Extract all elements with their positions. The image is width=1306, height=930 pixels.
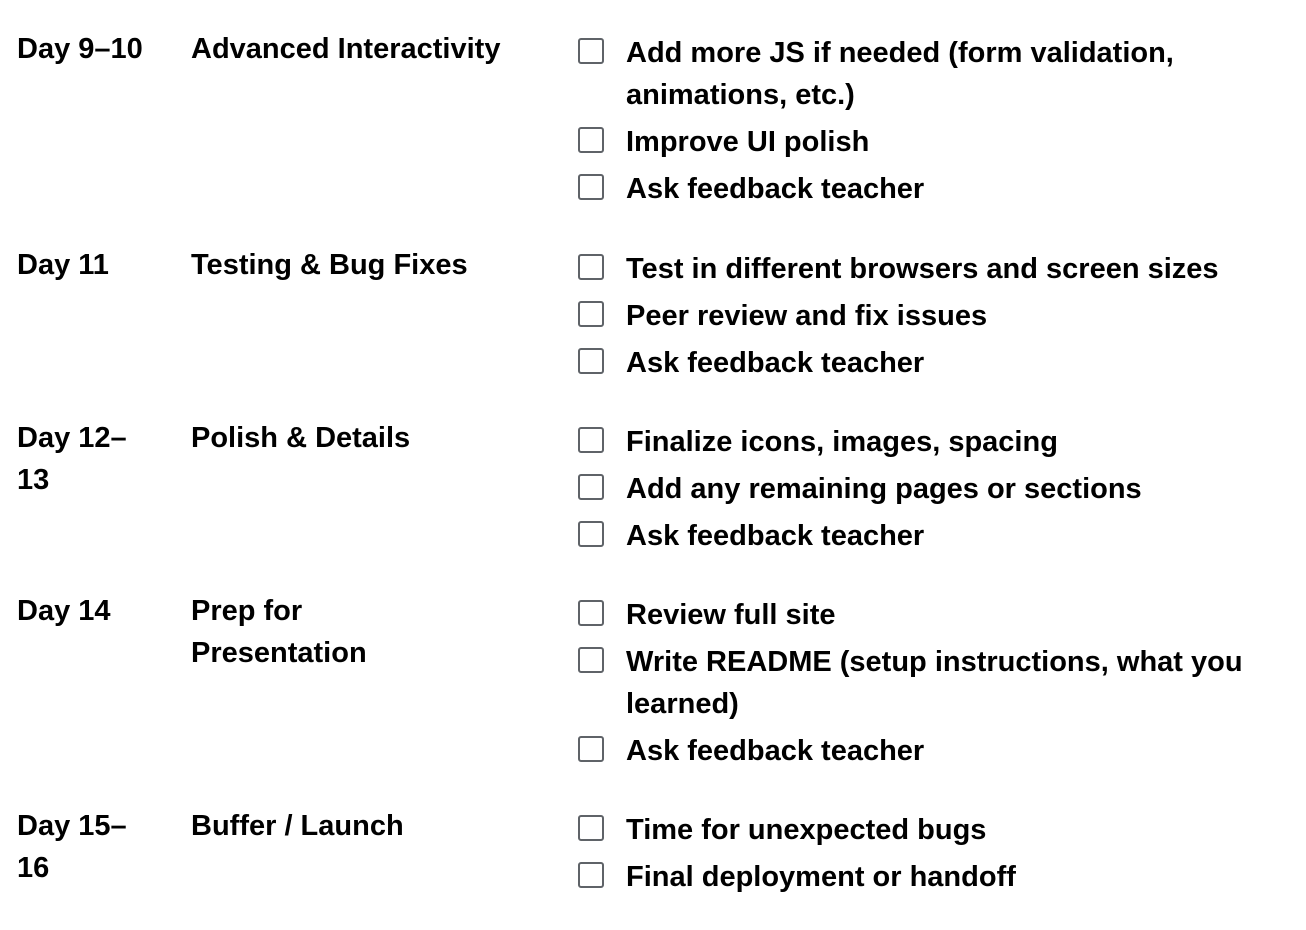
phase-label: Testing & Bug Fixes <box>191 249 468 281</box>
checkbox-icon[interactable] <box>578 174 604 200</box>
task-item: Finalize icons, images, spacing <box>578 421 1298 463</box>
task-item: Final deployment or handoff <box>578 856 1298 898</box>
task-label: Final deployment or handoff <box>626 861 1016 893</box>
task-list: Test in different browsers and screen si… <box>578 248 1298 389</box>
checkbox-icon[interactable] <box>578 301 604 327</box>
phase-label: Polish & Details <box>191 422 411 454</box>
task-label: Write README (setup instructions, what y… <box>626 646 1243 720</box>
task-label: Ask feedback teacher <box>626 173 925 205</box>
task-list: Time for unexpected bugs Final deploymen… <box>578 809 1298 903</box>
checkbox-icon[interactable] <box>578 254 604 280</box>
checkbox-icon[interactable] <box>578 348 604 374</box>
task-item: Ask feedback teacher <box>578 730 1298 772</box>
checkbox-icon[interactable] <box>578 521 604 547</box>
task-label: Add more JS if needed (form validation, … <box>626 37 1174 111</box>
task-item: Add any remaining pages or sections <box>578 468 1298 510</box>
phase-label: Prep for Presentation <box>191 595 367 669</box>
task-item: Improve UI polish <box>578 121 1298 163</box>
task-label: Ask feedback teacher <box>626 735 925 767</box>
checkbox-icon[interactable] <box>578 862 604 888</box>
task-item: Ask feedback teacher <box>578 168 1298 210</box>
task-item: Write README (setup instructions, what y… <box>578 641 1298 725</box>
task-label: Improve UI polish <box>626 126 870 158</box>
task-item: Add more JS if needed (form validation, … <box>578 32 1298 116</box>
day-label: Day 11 <box>17 249 109 281</box>
task-list: Finalize icons, images, spacing Add any … <box>578 421 1298 562</box>
day-label: Day 9–10 <box>17 33 143 65</box>
task-item: Ask feedback teacher <box>578 515 1298 557</box>
day-label: Day 14 <box>17 595 111 627</box>
checkbox-icon[interactable] <box>578 647 604 673</box>
task-item: Ask feedback teacher <box>578 342 1298 384</box>
checkbox-icon[interactable] <box>578 427 604 453</box>
task-label: Finalize icons, images, spacing <box>626 426 1058 458</box>
task-label: Add any remaining pages or sections <box>626 473 1142 505</box>
checkbox-icon[interactable] <box>578 815 604 841</box>
schedule-table: Day 9–10 Advanced Interactivity Add more… <box>0 0 1306 930</box>
phase-label: Buffer / Launch <box>191 810 404 842</box>
task-item: Test in different browsers and screen si… <box>578 248 1298 290</box>
task-label: Peer review and fix issues <box>626 300 988 332</box>
task-label: Review full site <box>626 599 836 631</box>
task-list: Add more JS if needed (form validation, … <box>578 32 1298 215</box>
day-label: Day 15–16 <box>17 810 127 884</box>
task-item: Time for unexpected bugs <box>578 809 1298 851</box>
checkbox-icon[interactable] <box>578 736 604 762</box>
task-list: Review full site Write README (setup ins… <box>578 594 1298 777</box>
task-label: Ask feedback teacher <box>626 347 925 379</box>
task-label: Time for unexpected bugs <box>626 814 987 846</box>
checkbox-icon[interactable] <box>578 127 604 153</box>
task-item: Review full site <box>578 594 1298 636</box>
checkbox-icon[interactable] <box>578 38 604 64</box>
day-label: Day 12–13 <box>17 422 127 496</box>
task-item: Peer review and fix issues <box>578 295 1298 337</box>
checkbox-icon[interactable] <box>578 474 604 500</box>
task-label: Ask feedback teacher <box>626 520 925 552</box>
phase-label: Advanced Interactivity <box>191 33 501 65</box>
task-label: Test in different browsers and screen si… <box>626 253 1219 285</box>
checkbox-icon[interactable] <box>578 600 604 626</box>
